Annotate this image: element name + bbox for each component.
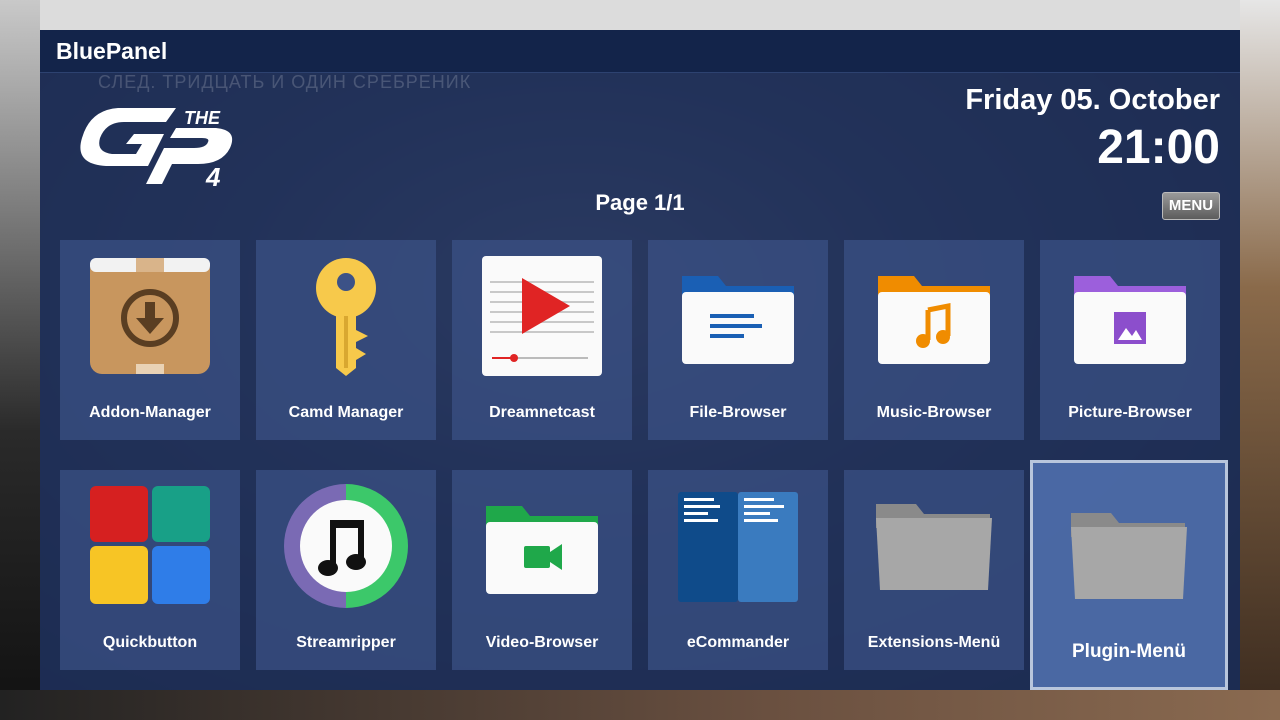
package-download-icon bbox=[90, 258, 210, 374]
folder-music-icon bbox=[878, 276, 990, 364]
background-right bbox=[1240, 0, 1280, 720]
folder-gray-icon bbox=[876, 504, 992, 590]
blue-panel: BluePanel СЛЕД. ТРИДЦАТЬ И ОДИН СРЕБРЕНИ… bbox=[40, 30, 1240, 690]
tile-plugin-menu[interactable]: Plugin-Menü bbox=[1030, 460, 1228, 690]
dual-pane-icon bbox=[678, 492, 798, 602]
tile-music-browser[interactable]: Music-Browser bbox=[844, 240, 1024, 440]
background-channel-text: СЛЕД. ТРИДЦАТЬ И ОДИН СРЕБРЕНИК bbox=[98, 72, 472, 92]
tile-picture-browser[interactable]: Picture-Browser bbox=[1040, 240, 1220, 440]
tile-label: Quickbutton bbox=[102, 634, 198, 651]
background-top bbox=[0, 0, 1280, 30]
tile-label: Addon-Manager bbox=[89, 404, 211, 421]
clock-display: 21:00 bbox=[1097, 121, 1220, 174]
menu-button[interactable]: MENU bbox=[1162, 192, 1220, 220]
tile-addon-manager[interactable]: Addon-Manager bbox=[60, 240, 240, 440]
tile-camd-manager[interactable]: Camd Manager bbox=[256, 240, 436, 440]
tile-label: Dreamnetcast bbox=[489, 404, 595, 421]
tile-ecommander[interactable]: eCommander bbox=[648, 470, 828, 670]
window-title: BluePanel bbox=[56, 38, 168, 64]
background-bottom bbox=[0, 690, 1280, 720]
tile-label: Streamripper bbox=[296, 634, 396, 651]
music-note-icon bbox=[284, 484, 408, 608]
svg-text:THE: THE bbox=[184, 108, 221, 128]
tile-quickbutton[interactable]: Quickbutton bbox=[60, 470, 240, 670]
folder-gray-icon bbox=[1071, 513, 1187, 599]
tile-video-browser[interactable]: Video-Browser bbox=[452, 470, 632, 670]
background-left bbox=[0, 0, 40, 720]
title-bar: BluePanel bbox=[40, 30, 1240, 73]
video-player-icon bbox=[482, 256, 602, 376]
tile-label: Video-Browser bbox=[485, 634, 599, 651]
tile-file-browser[interactable]: File-Browser bbox=[648, 240, 828, 440]
folder-video-icon bbox=[486, 506, 598, 594]
tile-label: eCommander bbox=[686, 634, 790, 651]
tile-extensions-menu[interactable]: Extensions-Menü bbox=[844, 470, 1024, 670]
tile-label: Camd Manager bbox=[288, 404, 404, 421]
four-squares-icon bbox=[90, 486, 210, 604]
key-icon bbox=[316, 258, 376, 376]
tile-label: Picture-Browser bbox=[1068, 404, 1192, 421]
tile-label: Plugin-Menü bbox=[1072, 641, 1186, 662]
folder-picture-icon bbox=[1074, 276, 1186, 364]
tile-dreamnetcast[interactable]: Dreamnetcast bbox=[452, 240, 632, 440]
folder-document-icon bbox=[682, 276, 794, 364]
tile-label: Music-Browser bbox=[876, 404, 992, 421]
tile-label: File-Browser bbox=[689, 404, 787, 421]
svg-text:4: 4 bbox=[205, 162, 221, 192]
date-display: Friday 05. October bbox=[965, 84, 1220, 116]
tile-streamripper[interactable]: Streamripper bbox=[256, 470, 436, 670]
tile-label: Extensions-Menü bbox=[867, 634, 1001, 651]
page-indicator: Page 1/1 bbox=[595, 190, 685, 215]
gp4-logo-icon: THE 4 bbox=[80, 108, 233, 192]
